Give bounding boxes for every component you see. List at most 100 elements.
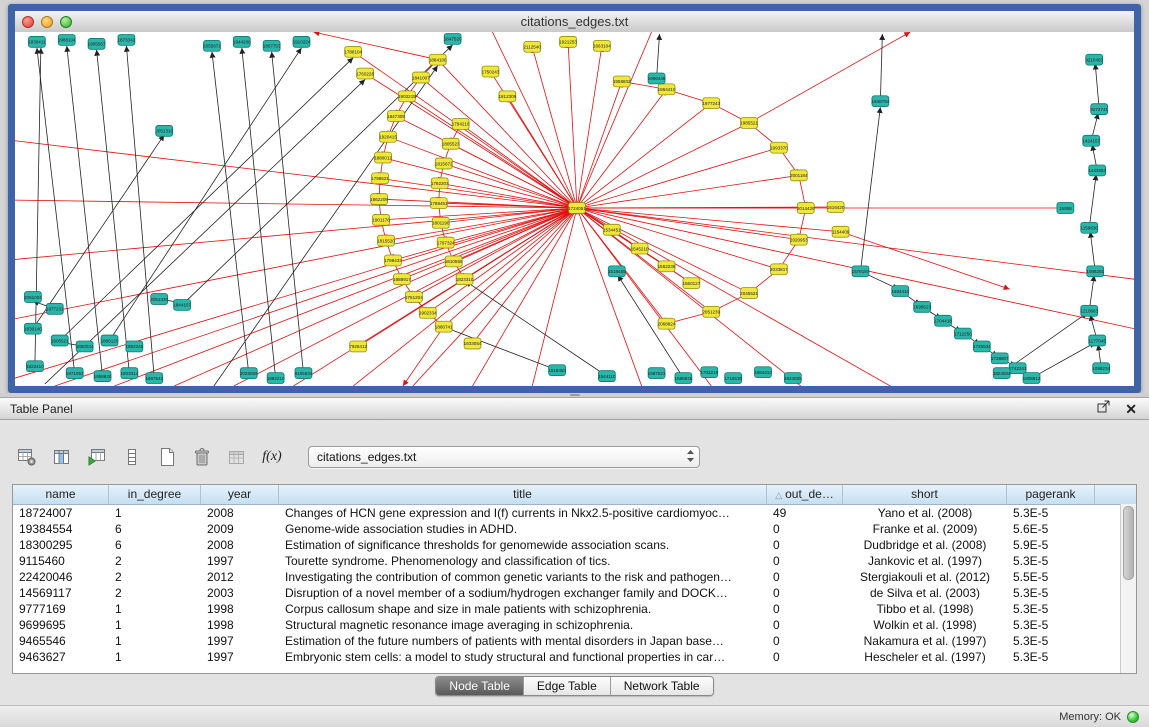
graph-node[interactable]: 1616420: [827, 202, 845, 213]
graph-node[interactable]: 1815520: [377, 235, 395, 246]
column-header-title[interactable]: title: [279, 485, 767, 504]
column-header-short[interactable]: short: [843, 485, 1007, 504]
table-settings-button[interactable]: [14, 444, 40, 470]
import-table-button[interactable]: [224, 444, 250, 470]
graph-node[interactable]: 1812309: [498, 91, 516, 102]
float-panel-icon[interactable]: [1097, 400, 1111, 418]
row-list-button[interactable]: [119, 444, 145, 470]
network-table-select[interactable]: citations_edges.txt: [308, 446, 700, 468]
graph-node[interactable]: 1750243: [482, 66, 500, 77]
graph-edge[interactable]: [388, 137, 577, 208]
graph-node[interactable]: 1948794: [871, 96, 889, 107]
graph-edge[interactable]: [568, 42, 577, 208]
graph-node[interactable]: 1667023: [648, 368, 666, 379]
graph-node[interactable]: 1847309: [387, 111, 405, 122]
column-header-pagerank[interactable]: pagerank: [1007, 485, 1095, 504]
graph-edge[interactable]: [272, 52, 304, 373]
graph-node[interactable]: 1552239: [658, 261, 676, 272]
graph-edge[interactable]: [413, 208, 577, 386]
graph-node[interactable]: 1858820: [94, 371, 112, 382]
graph-node[interactable]: 1794210: [452, 119, 470, 130]
close-panel-icon[interactable]: ✕: [1125, 402, 1137, 416]
graph-node[interactable]: 1977243: [702, 98, 720, 109]
graph-node[interactable]: 1801190: [432, 217, 450, 228]
tab-edge-table[interactable]: Edge Table: [524, 677, 611, 695]
table-row[interactable]: 946362711997Embryonic stem cells: a mode…: [13, 649, 1136, 665]
table-row[interactable]: 946554611997Estimation of the future num…: [13, 633, 1136, 649]
graph-node[interactable]: 1944208: [233, 36, 251, 47]
graph-edge[interactable]: [114, 208, 577, 386]
graph-node[interactable]: 1679197: [852, 266, 870, 277]
graph-node[interactable]: 7925412: [349, 341, 367, 352]
graph-node[interactable]: 1715530: [724, 373, 742, 384]
graph-edge[interactable]: [1090, 232, 1095, 272]
graph-node[interactable]: 1892245: [125, 341, 143, 352]
table-row[interactable]: 977716911998Corpus callosum shape and si…: [13, 601, 1136, 617]
graph-node[interactable]: 1210663: [1080, 305, 1098, 316]
graph-node[interactable]: 1694410: [754, 367, 772, 378]
graph-node[interactable]: 1696449: [648, 73, 666, 84]
table-row[interactable]: 1938455462009Genome-wide association stu…: [13, 521, 1136, 537]
graph-node[interactable]: 1760228: [356, 68, 374, 79]
graph-node[interactable]: 2014426: [797, 203, 815, 214]
graph-node[interactable]: 1882210: [267, 373, 285, 384]
graph-edge[interactable]: [33, 135, 164, 329]
graph-edge[interactable]: [440, 183, 577, 208]
graph-edge[interactable]: [294, 208, 577, 386]
graph-node[interactable]: 2112540: [524, 41, 542, 52]
graph-node[interactable]: 1792203: [431, 178, 449, 189]
graph-node[interactable]: 1844107: [173, 299, 191, 310]
graph-node[interactable]: 1877231: [46, 303, 64, 314]
network-graph[interactable]: 1724051188410618410071902215184730919204…: [15, 32, 1134, 386]
graph-edge[interactable]: [402, 208, 577, 279]
graph-edge[interactable]: [657, 34, 660, 78]
graph-edge[interactable]: [212, 52, 249, 373]
graph-node[interactable]: 1873342: [118, 34, 136, 45]
graph-node[interactable]: 1866741: [435, 321, 453, 332]
tab-network-table[interactable]: Network Table: [611, 677, 713, 695]
graph-node[interactable]: 1993370: [770, 142, 788, 153]
graph-node[interactable]: 2055671: [203, 40, 221, 51]
graph-edge[interactable]: [353, 52, 577, 208]
new-table-button[interactable]: [154, 444, 180, 470]
graph-node[interactable]: 1633054: [464, 338, 482, 349]
graph-node[interactable]: 1862209: [370, 194, 388, 205]
graph-node[interactable]: 1867542: [145, 373, 163, 384]
window-titlebar[interactable]: citations_edges.txt: [15, 11, 1134, 33]
table-scrollbar[interactable]: [1120, 504, 1136, 673]
graph-edge[interactable]: [444, 164, 577, 208]
graph-edge[interactable]: [386, 208, 577, 241]
graph-node[interactable]: 1824504: [993, 368, 1011, 379]
graph-edge[interactable]: [577, 32, 652, 208]
graph-node[interactable]: 1688845: [675, 373, 693, 384]
graph-node[interactable]: 1742241: [1009, 363, 1027, 374]
graph-node[interactable]: 1159830: [1081, 222, 1099, 233]
graph-node[interactable]: 15958: [1057, 203, 1074, 214]
delete-table-button[interactable]: [189, 444, 215, 470]
graph-node[interactable]: 9272741: [1090, 104, 1108, 115]
graph-node[interactable]: 1985521: [740, 118, 758, 129]
graph-node[interactable]: 1725534: [973, 341, 991, 352]
graph-node[interactable]: 1684410: [891, 286, 909, 297]
graph-node[interactable]: 1905521: [51, 335, 69, 346]
graph-node[interactable]: 1788104: [344, 46, 362, 57]
graph-edge[interactable]: [242, 48, 276, 378]
graph-node[interactable]: 1098234: [1092, 363, 1110, 374]
graph-node[interactable]: 1921253: [559, 36, 577, 47]
graph-node[interactable]: 1910224: [293, 36, 311, 47]
graph-node[interactable]: 1822410: [26, 361, 44, 372]
graph-node[interactable]: 1518455: [608, 266, 626, 277]
table-row[interactable]: 1872400712008Changes of HCN gene express…: [13, 505, 1136, 521]
graph-node[interactable]: 1867753: [263, 40, 281, 51]
graph-node[interactable]: 1847520: [444, 33, 462, 44]
graph-edge[interactable]: [313, 32, 437, 60]
graph-node[interactable]: 1724051: [568, 203, 586, 214]
graph-node[interactable]: 2045521: [740, 288, 758, 299]
graph-node[interactable]: 1880012: [374, 152, 392, 163]
graph-node[interactable]: 1663104: [593, 40, 611, 51]
graph-node[interactable]: 1788451: [430, 198, 448, 209]
graph-node[interactable]: 1518453: [548, 365, 566, 376]
graph-edge[interactable]: [37, 48, 75, 373]
graph-edge[interactable]: [577, 46, 602, 208]
graph-node[interactable]: 1871053: [66, 368, 84, 379]
